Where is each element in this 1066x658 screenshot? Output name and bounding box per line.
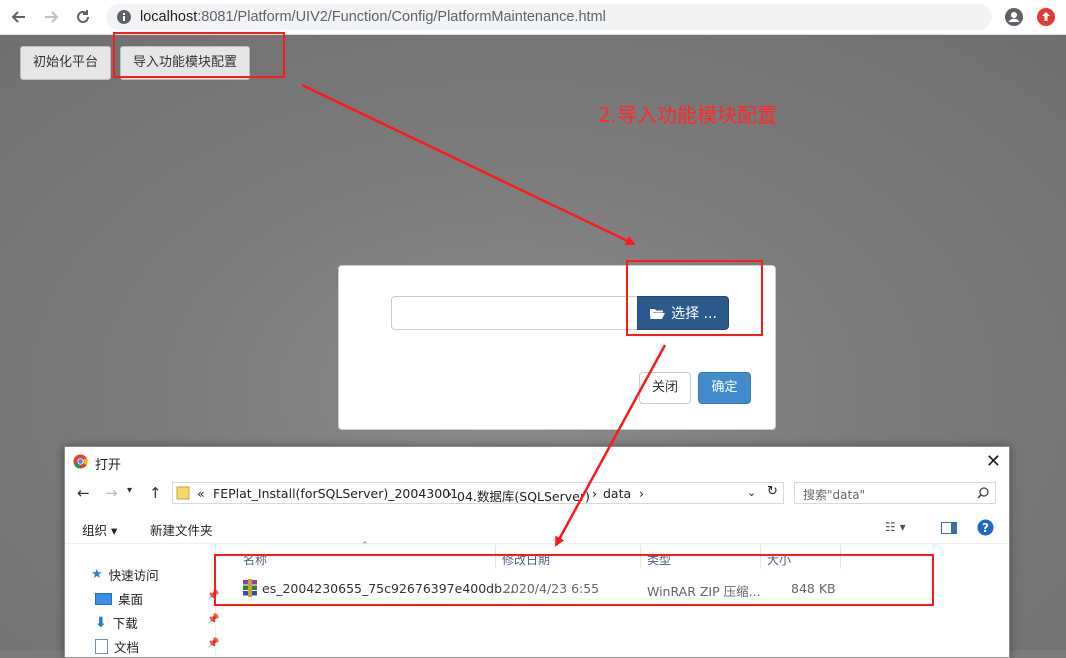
- annotation-arrows: [301, 83, 667, 547]
- arrow-to-file: [554, 344, 667, 547]
- arrow-to-choose: [301, 83, 636, 246]
